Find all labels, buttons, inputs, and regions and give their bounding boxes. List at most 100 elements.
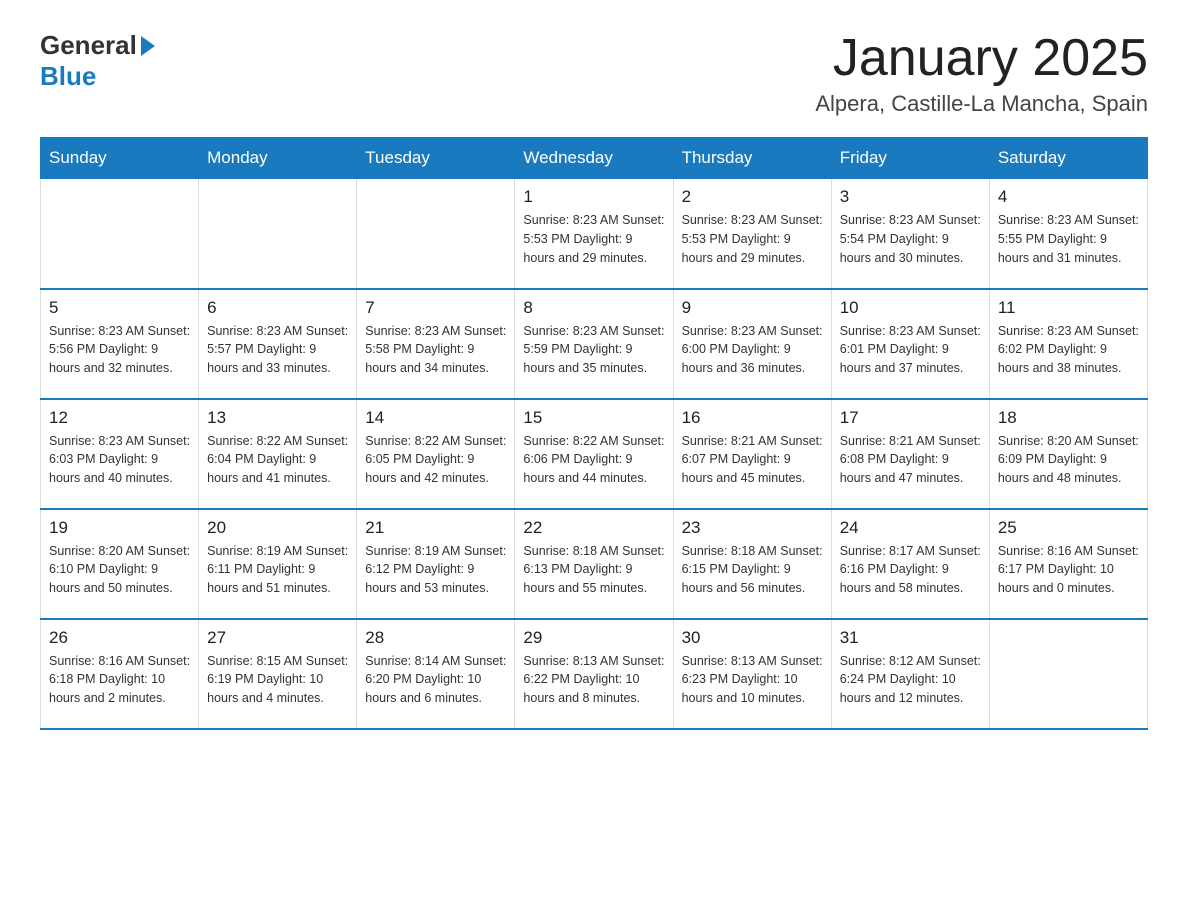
day-info: Sunrise: 8:23 AM Sunset: 5:58 PM Dayligh… bbox=[365, 322, 506, 378]
day-cell bbox=[41, 179, 199, 289]
day-number: 22 bbox=[523, 518, 664, 538]
day-cell: 25 Sunrise: 8:16 AM Sunset: 6:17 PM Dayli… bbox=[989, 509, 1147, 619]
day-header-monday: Monday bbox=[199, 138, 357, 179]
day-cell: 7 Sunrise: 8:23 AM Sunset: 5:58 PM Daylig… bbox=[357, 289, 515, 399]
day-info: Sunrise: 8:16 AM Sunset: 6:17 PM Dayligh… bbox=[998, 542, 1139, 598]
day-cell: 11Sunrise: 8:23 AM Sunset: 6:02 PM Dayli… bbox=[989, 289, 1147, 399]
day-header-friday: Friday bbox=[831, 138, 989, 179]
title-block: January 2025 Alpera, Castille-La Mancha,… bbox=[815, 30, 1148, 117]
day-number: 19 bbox=[49, 518, 190, 538]
logo-arrow-icon bbox=[141, 36, 155, 56]
day-cell: 12 Sunrise: 8:23 AM Sunset: 6:03 PM Dayli… bbox=[41, 399, 199, 509]
day-cell bbox=[357, 179, 515, 289]
day-number: 29 bbox=[523, 628, 664, 648]
day-cell: 8 Sunrise: 8:23 AM Sunset: 5:59 PM Daylig… bbox=[515, 289, 673, 399]
day-cell: 30 Sunrise: 8:13 AM Sunset: 6:23 PM Dayli… bbox=[673, 619, 831, 729]
day-cell: 31 Sunrise: 8:12 AM Sunset: 6:24 PM Dayli… bbox=[831, 619, 989, 729]
day-info: Sunrise: 8:19 AM Sunset: 6:12 PM Dayligh… bbox=[365, 542, 506, 598]
day-info: Sunrise: 8:13 AM Sunset: 6:23 PM Dayligh… bbox=[682, 652, 823, 708]
day-cell: 10 Sunrise: 8:23 AM Sunset: 6:01 PM Dayli… bbox=[831, 289, 989, 399]
day-number: 15 bbox=[523, 408, 664, 428]
day-cell: 2Sunrise: 8:23 AM Sunset: 5:53 PM Daylig… bbox=[673, 179, 831, 289]
day-number: 23 bbox=[682, 518, 823, 538]
day-header-tuesday: Tuesday bbox=[357, 138, 515, 179]
day-header-saturday: Saturday bbox=[989, 138, 1147, 179]
day-info: Sunrise: 8:23 AM Sunset: 6:03 PM Dayligh… bbox=[49, 432, 190, 488]
day-info: Sunrise: 8:22 AM Sunset: 6:06 PM Dayligh… bbox=[523, 432, 664, 488]
day-info: Sunrise: 8:20 AM Sunset: 6:09 PM Dayligh… bbox=[998, 432, 1139, 488]
day-number: 24 bbox=[840, 518, 981, 538]
logo-blue-text: Blue bbox=[40, 61, 96, 92]
day-header-sunday: Sunday bbox=[41, 138, 199, 179]
day-number: 3 bbox=[840, 187, 981, 207]
day-cell: 20 Sunrise: 8:19 AM Sunset: 6:11 PM Dayli… bbox=[199, 509, 357, 619]
day-cell: 21 Sunrise: 8:19 AM Sunset: 6:12 PM Dayli… bbox=[357, 509, 515, 619]
day-cell: 15 Sunrise: 8:22 AM Sunset: 6:06 PM Dayli… bbox=[515, 399, 673, 509]
day-cell bbox=[989, 619, 1147, 729]
day-info: Sunrise: 8:18 AM Sunset: 6:15 PM Dayligh… bbox=[682, 542, 823, 598]
day-info: Sunrise: 8:23 AM Sunset: 6:01 PM Dayligh… bbox=[840, 322, 981, 378]
day-cell: 16 Sunrise: 8:21 AM Sunset: 6:07 PM Dayli… bbox=[673, 399, 831, 509]
day-cell: 5Sunrise: 8:23 AM Sunset: 5:56 PM Daylig… bbox=[41, 289, 199, 399]
day-header-wednesday: Wednesday bbox=[515, 138, 673, 179]
day-number: 27 bbox=[207, 628, 348, 648]
day-number: 6 bbox=[207, 298, 348, 318]
day-info: Sunrise: 8:19 AM Sunset: 6:11 PM Dayligh… bbox=[207, 542, 348, 598]
day-number: 31 bbox=[840, 628, 981, 648]
day-info: Sunrise: 8:20 AM Sunset: 6:10 PM Dayligh… bbox=[49, 542, 190, 598]
day-info: Sunrise: 8:21 AM Sunset: 6:08 PM Dayligh… bbox=[840, 432, 981, 488]
day-number: 1 bbox=[523, 187, 664, 207]
day-info: Sunrise: 8:23 AM Sunset: 5:54 PM Dayligh… bbox=[840, 211, 981, 267]
day-cell: 9 Sunrise: 8:23 AM Sunset: 6:00 PM Daylig… bbox=[673, 289, 831, 399]
day-number: 21 bbox=[365, 518, 506, 538]
day-cell bbox=[199, 179, 357, 289]
day-info: Sunrise: 8:16 AM Sunset: 6:18 PM Dayligh… bbox=[49, 652, 190, 708]
month-title: January 2025 bbox=[815, 30, 1148, 87]
logo: General Blue bbox=[40, 30, 157, 92]
day-info: Sunrise: 8:22 AM Sunset: 6:05 PM Dayligh… bbox=[365, 432, 506, 488]
week-row-2: 5Sunrise: 8:23 AM Sunset: 5:56 PM Daylig… bbox=[41, 289, 1148, 399]
day-number: 9 bbox=[682, 298, 823, 318]
day-headers-row: SundayMondayTuesdayWednesdayThursdayFrid… bbox=[41, 138, 1148, 179]
day-info: Sunrise: 8:17 AM Sunset: 6:16 PM Dayligh… bbox=[840, 542, 981, 598]
day-number: 2 bbox=[682, 187, 823, 207]
day-info: Sunrise: 8:12 AM Sunset: 6:24 PM Dayligh… bbox=[840, 652, 981, 708]
day-info: Sunrise: 8:13 AM Sunset: 6:22 PM Dayligh… bbox=[523, 652, 664, 708]
day-cell: 28 Sunrise: 8:14 AM Sunset: 6:20 PM Dayli… bbox=[357, 619, 515, 729]
day-number: 4 bbox=[998, 187, 1139, 207]
calendar-table: SundayMondayTuesdayWednesdayThursdayFrid… bbox=[40, 137, 1148, 730]
day-number: 13 bbox=[207, 408, 348, 428]
day-cell: 3 Sunrise: 8:23 AM Sunset: 5:54 PM Daylig… bbox=[831, 179, 989, 289]
day-number: 28 bbox=[365, 628, 506, 648]
day-info: Sunrise: 8:22 AM Sunset: 6:04 PM Dayligh… bbox=[207, 432, 348, 488]
day-info: Sunrise: 8:23 AM Sunset: 5:57 PM Dayligh… bbox=[207, 322, 348, 378]
day-number: 20 bbox=[207, 518, 348, 538]
day-cell: 13 Sunrise: 8:22 AM Sunset: 6:04 PM Dayli… bbox=[199, 399, 357, 509]
page-header: General Blue January 2025 Alpera, Castil… bbox=[40, 30, 1148, 117]
day-cell: 29 Sunrise: 8:13 AM Sunset: 6:22 PM Dayli… bbox=[515, 619, 673, 729]
day-cell: 4 Sunrise: 8:23 AM Sunset: 5:55 PM Daylig… bbox=[989, 179, 1147, 289]
day-info: Sunrise: 8:23 AM Sunset: 5:55 PM Dayligh… bbox=[998, 211, 1139, 267]
day-number: 10 bbox=[840, 298, 981, 318]
location-subtitle: Alpera, Castille-La Mancha, Spain bbox=[815, 91, 1148, 117]
day-info: Sunrise: 8:14 AM Sunset: 6:20 PM Dayligh… bbox=[365, 652, 506, 708]
day-cell: 19 Sunrise: 8:20 AM Sunset: 6:10 PM Dayli… bbox=[41, 509, 199, 619]
day-header-thursday: Thursday bbox=[673, 138, 831, 179]
day-number: 25 bbox=[998, 518, 1139, 538]
day-number: 7 bbox=[365, 298, 506, 318]
day-number: 16 bbox=[682, 408, 823, 428]
day-number: 8 bbox=[523, 298, 664, 318]
day-info: Sunrise: 8:23 AM Sunset: 6:00 PM Dayligh… bbox=[682, 322, 823, 378]
day-number: 14 bbox=[365, 408, 506, 428]
day-number: 12 bbox=[49, 408, 190, 428]
day-info: Sunrise: 8:23 AM Sunset: 5:59 PM Dayligh… bbox=[523, 322, 664, 378]
week-row-5: 26Sunrise: 8:16 AM Sunset: 6:18 PM Dayli… bbox=[41, 619, 1148, 729]
week-row-4: 19 Sunrise: 8:20 AM Sunset: 6:10 PM Dayli… bbox=[41, 509, 1148, 619]
day-cell: 6 Sunrise: 8:23 AM Sunset: 5:57 PM Daylig… bbox=[199, 289, 357, 399]
day-info: Sunrise: 8:21 AM Sunset: 6:07 PM Dayligh… bbox=[682, 432, 823, 488]
day-cell: 14 Sunrise: 8:22 AM Sunset: 6:05 PM Dayli… bbox=[357, 399, 515, 509]
calendar-body: 1Sunrise: 8:23 AM Sunset: 5:53 PM Daylig… bbox=[41, 179, 1148, 729]
day-cell: 24 Sunrise: 8:17 AM Sunset: 6:16 PM Dayli… bbox=[831, 509, 989, 619]
day-number: 30 bbox=[682, 628, 823, 648]
day-info: Sunrise: 8:23 AM Sunset: 6:02 PM Dayligh… bbox=[998, 322, 1139, 378]
